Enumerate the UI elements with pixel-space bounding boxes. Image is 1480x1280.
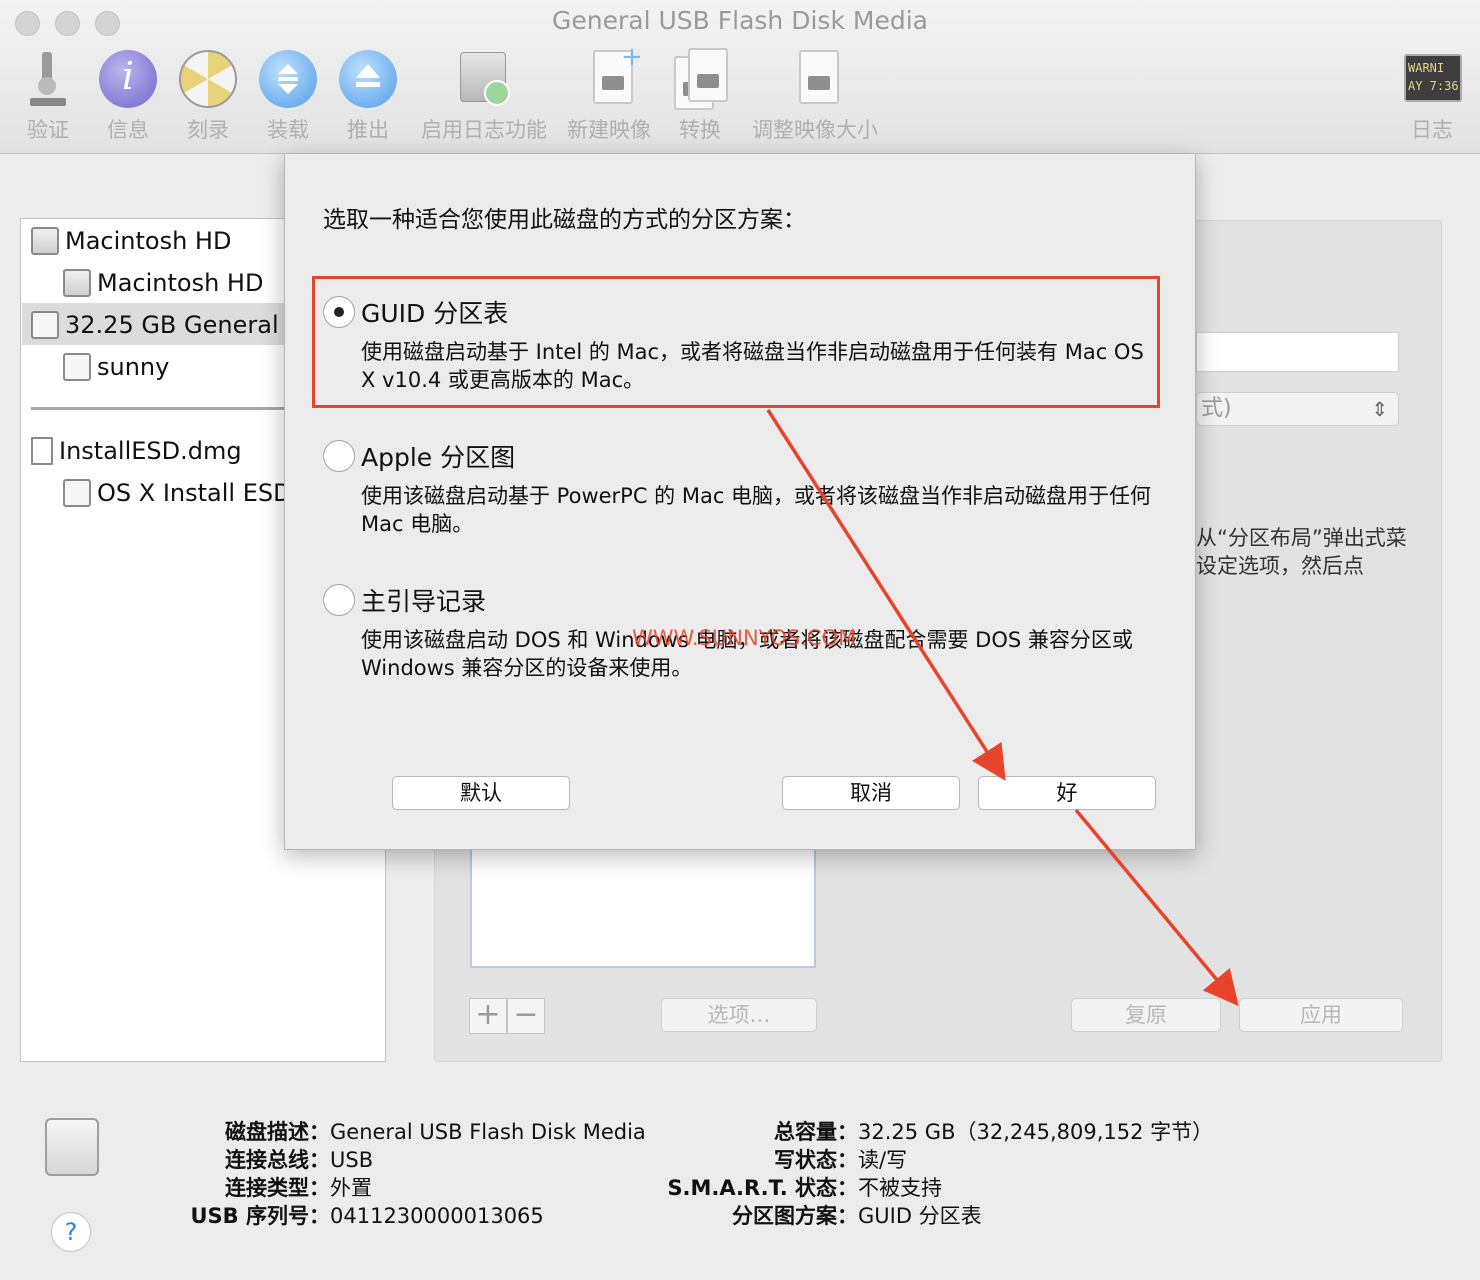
arrow-to-ok	[766, 409, 1006, 781]
annotation-arrows	[766, 409, 1239, 1007]
arrow-to-apply	[1074, 808, 1239, 1007]
